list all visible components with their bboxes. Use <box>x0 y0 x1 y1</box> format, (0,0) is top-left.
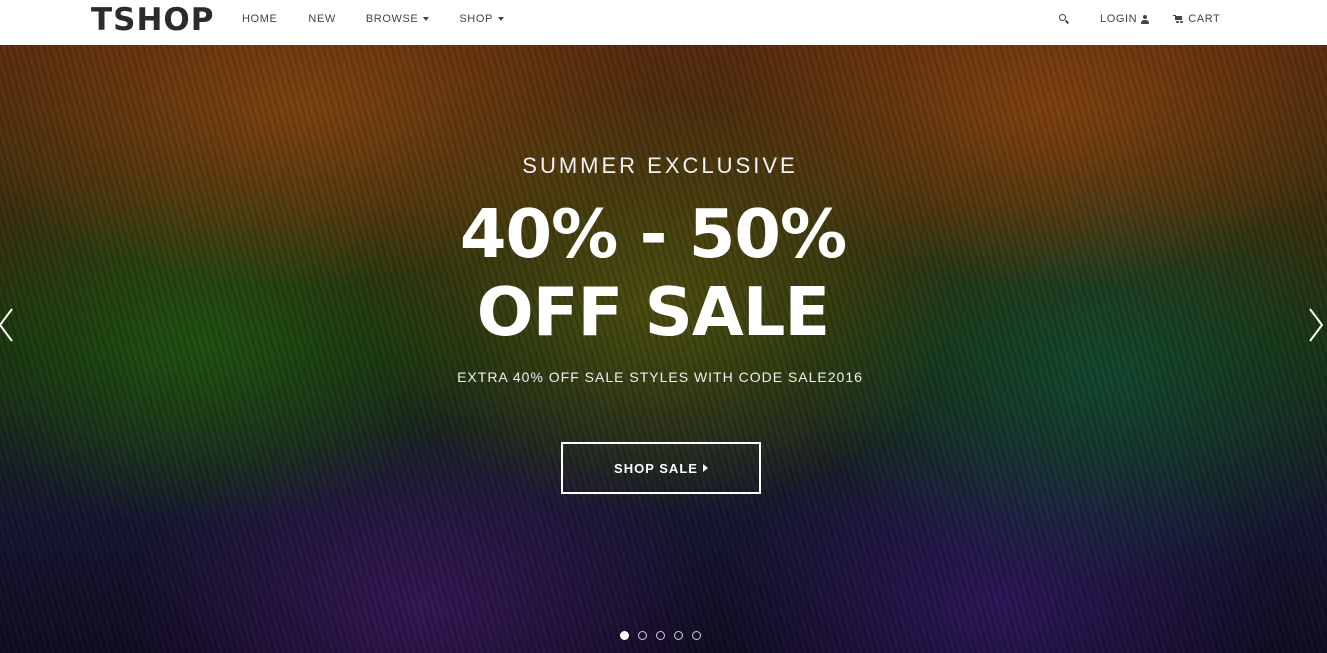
cart-link[interactable]: CART <box>1173 12 1220 26</box>
slider-prev-button[interactable] <box>0 307 16 343</box>
nav-new[interactable]: NEW <box>308 12 335 26</box>
slider-pagination <box>620 631 710 640</box>
hero-headline-line2: OFF SALE <box>476 273 830 351</box>
hero-content: SUMMER EXCLUSIVE 40% - 50% OFF SALE EXTR… <box>0 45 1327 653</box>
nav-shop-dropdown[interactable]: SHOP <box>459 12 504 26</box>
top-navbar: TSHOP HOME NEW BROWSE SHOP LOGIN CART <box>0 0 1327 45</box>
logo[interactable]: TSHOP <box>91 2 215 38</box>
caret-down-icon <box>423 17 430 21</box>
nav-shop-label: SHOP <box>459 13 493 25</box>
login-link[interactable]: LOGIN <box>1100 12 1150 26</box>
chevron-left-icon <box>0 308 13 342</box>
login-label: LOGIN <box>1100 13 1138 25</box>
shop-sale-label: SHOP SALE <box>614 460 698 476</box>
slider-dot-1[interactable] <box>620 631 629 640</box>
hero-eyebrow: SUMMER EXCLUSIVE <box>522 153 798 178</box>
search-icon[interactable] <box>1058 13 1070 25</box>
slider-dot-2[interactable] <box>638 631 647 640</box>
slider-dot-3[interactable] <box>656 631 665 640</box>
cart-label: CART <box>1188 13 1221 25</box>
slider-next-button[interactable] <box>1306 307 1326 343</box>
shop-sale-button[interactable]: SHOP SALE <box>561 442 761 494</box>
utility-nav: LOGIN CART <box>1058 12 1220 26</box>
hero-subline: EXTRA 40% OFF SALE STYLES WITH CODE SALE… <box>457 369 863 385</box>
caret-down-icon <box>497 17 504 21</box>
hero-headline: 40% - 50% OFF SALE <box>0 195 1306 351</box>
hero-headline-line1: 40% - 50% <box>459 195 847 273</box>
nav-new-label: NEW <box>308 13 336 25</box>
slider-dot-5[interactable] <box>692 631 701 640</box>
nav-browse-dropdown[interactable]: BROWSE <box>366 12 430 26</box>
nav-browse-label: BROWSE <box>365 13 419 25</box>
chevron-right-icon <box>1309 308 1324 342</box>
cart-icon <box>1173 14 1183 24</box>
nav-home[interactable]: HOME <box>242 12 277 26</box>
slider-dot-4[interactable] <box>674 631 683 640</box>
main-nav: HOME NEW BROWSE SHOP <box>242 12 504 26</box>
hero-slider: SUMMER EXCLUSIVE 40% - 50% OFF SALE EXTR… <box>0 45 1327 653</box>
nav-home-label: HOME <box>242 13 278 25</box>
caret-right-icon <box>702 464 708 472</box>
user-icon <box>1141 14 1150 24</box>
